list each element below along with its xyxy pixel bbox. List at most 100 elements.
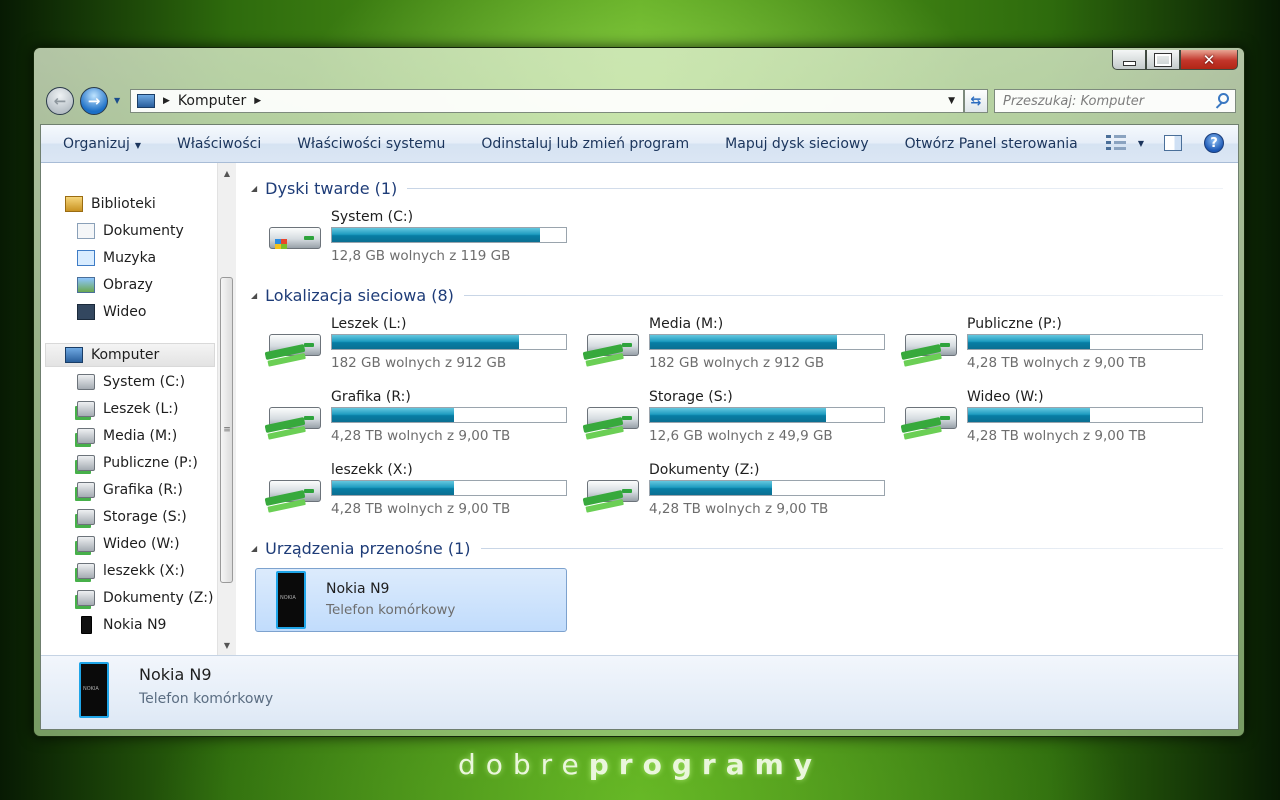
network-drive-icon xyxy=(77,401,95,417)
search-icon[interactable] xyxy=(1218,93,1229,104)
watermark-logo: dobreprogramy xyxy=(457,748,823,781)
network-drive-icon xyxy=(582,472,643,516)
forward-arrow-icon: → xyxy=(87,92,101,110)
help-button[interactable]: ? xyxy=(1204,133,1224,153)
scroll-up-icon[interactable]: ▲ xyxy=(218,165,236,181)
nav-item-wideo[interactable]: Wideo xyxy=(77,301,147,323)
capacity-bar xyxy=(331,334,567,350)
search-placeholder: Przeszukaj: Komputer xyxy=(1003,93,1145,109)
network-drive-icon xyxy=(77,509,95,525)
scrollbar-thumb[interactable]: ≡ xyxy=(220,277,233,583)
nav-item-drive[interactable]: Storage (S:) xyxy=(77,506,187,528)
drive-tile[interactable]: System (C:) 12,8 GB wolnych z 119 GB xyxy=(261,205,571,267)
network-drive-tile[interactable]: Wideo (W:) 4,28 TB wolnych z 9,00 TB xyxy=(897,385,1207,447)
details-pane: Nokia N9 Telefon komórkowy xyxy=(41,655,1238,729)
recent-pages-dropdown[interactable]: ▼ xyxy=(114,96,120,105)
nav-item-drive[interactable]: Wideo (W:) xyxy=(77,533,180,555)
back-arrow-icon: ← xyxy=(53,92,67,110)
change-view-icon[interactable] xyxy=(1105,134,1126,152)
capacity-bar-fill xyxy=(332,408,454,422)
nav-scrollbar[interactable]: ▲ ≡ ▼ xyxy=(217,163,236,655)
address-dropdown-icon[interactable]: ▼ xyxy=(948,96,955,106)
network-drive-tile[interactable]: Storage (S:) 12,6 GB wolnych z 49,9 GB xyxy=(579,385,889,447)
phone-icon xyxy=(276,571,306,629)
pictures-icon xyxy=(77,277,95,293)
network-drive-tile[interactable]: Media (M:) 182 GB wolnych z 912 GB xyxy=(579,312,889,374)
nav-item-muzyka[interactable]: Muzyka xyxy=(77,247,156,269)
breadcrumb-chevron-icon[interactable]: ▶ xyxy=(254,96,261,106)
network-drive-tile[interactable]: Grafika (R:) 4,28 TB wolnych z 9,00 TB xyxy=(261,385,571,447)
network-drive-icon xyxy=(900,399,961,443)
network-drive-icon xyxy=(77,536,95,552)
forward-button[interactable]: → xyxy=(80,87,108,115)
capacity-bar xyxy=(649,407,885,423)
nav-item-libraries[interactable]: Biblioteki xyxy=(65,193,156,215)
network-drive-tile[interactable]: Dokumenty (Z:) 4,28 TB wolnych z 9,00 TB xyxy=(579,458,889,520)
nav-item-drive[interactable]: Dokumenty (Z:) xyxy=(77,587,213,609)
network-drive-tile[interactable]: leszekk (X:) 4,28 TB wolnych z 9,00 TB xyxy=(261,458,571,520)
computer-icon xyxy=(65,347,83,363)
network-drive-icon xyxy=(582,326,643,370)
navigation-pane: Biblioteki Dokumenty Muzyka Obrazy Wideo… xyxy=(41,163,237,655)
capacity-bar-fill xyxy=(650,481,772,495)
capacity-bar xyxy=(331,480,567,496)
network-drive-icon xyxy=(77,482,95,498)
system-properties-button[interactable]: Właściwości systemu xyxy=(279,136,463,152)
collapse-triangle-icon[interactable]: ◢ xyxy=(251,291,257,300)
minimize-icon xyxy=(1122,60,1136,66)
group-divider xyxy=(480,547,1223,549)
minimize-button[interactable] xyxy=(1112,50,1146,70)
nav-item-obrazy[interactable]: Obrazy xyxy=(77,274,153,296)
scroll-down-icon[interactable]: ▼ xyxy=(218,637,236,653)
search-input[interactable]: Przeszukaj: Komputer xyxy=(994,89,1236,113)
capacity-bar-fill xyxy=(968,335,1090,349)
view-dropdown-icon[interactable]: ▼ xyxy=(1138,139,1144,148)
network-drive-icon xyxy=(900,326,961,370)
network-drive-tile[interactable]: Leszek (L:) 182 GB wolnych z 912 GB xyxy=(261,312,571,374)
maximize-button[interactable] xyxy=(1146,50,1180,70)
phone-icon xyxy=(81,616,92,634)
command-bar: Organizuj ▼ Właściwości Właściwości syste… xyxy=(41,125,1238,163)
address-bar[interactable]: ▶ Komputer ▶ ▼ xyxy=(130,89,964,113)
capacity-bar-fill xyxy=(332,228,541,242)
nav-item-drive[interactable]: Leszek (L:) xyxy=(77,398,178,420)
nav-item-drive[interactable]: Media (M:) xyxy=(77,425,177,447)
nav-item-drive[interactable]: System (C:) xyxy=(77,371,185,393)
network-drive-icon xyxy=(77,590,95,606)
computer-icon xyxy=(137,94,155,108)
group-header-removable[interactable]: ◢ Urządzenia przenośne (1) xyxy=(251,536,1223,560)
map-drive-button[interactable]: Mapuj dysk sieciowy xyxy=(707,136,886,152)
network-drive-icon xyxy=(582,399,643,443)
nav-item-komputer[interactable]: Komputer xyxy=(65,344,159,366)
network-drive-tile[interactable]: Publiczne (P:) 4,28 TB wolnych z 9,00 TB xyxy=(897,312,1207,374)
network-drive-icon xyxy=(77,428,95,444)
network-drive-icon xyxy=(77,563,95,579)
nav-item-drive[interactable]: leszekk (X:) xyxy=(77,560,185,582)
collapse-triangle-icon[interactable]: ◢ xyxy=(251,544,257,553)
control-panel-button[interactable]: Otwórz Panel sterowania xyxy=(887,136,1096,152)
preview-pane-icon[interactable] xyxy=(1164,135,1182,151)
back-button[interactable]: ← xyxy=(46,87,74,115)
network-drive-icon xyxy=(77,455,95,471)
capacity-bar xyxy=(331,407,567,423)
documents-icon xyxy=(77,223,95,239)
capacity-bar xyxy=(967,407,1203,423)
breadcrumb-chevron-icon[interactable]: ▶ xyxy=(163,96,170,106)
close-button[interactable]: ✕ xyxy=(1180,50,1238,70)
capacity-bar-fill xyxy=(650,408,826,422)
capacity-bar xyxy=(649,334,885,350)
group-header-hard-drives[interactable]: ◢ Dyski twarde (1) xyxy=(251,176,1223,200)
device-tile-nokia-n9[interactable]: Nokia N9 Telefon komórkowy xyxy=(255,568,567,632)
organize-button[interactable]: Organizuj ▼ xyxy=(41,136,159,152)
maximize-icon xyxy=(1154,52,1172,67)
breadcrumb-komputer[interactable]: Komputer xyxy=(178,93,246,109)
nav-item-dokumenty[interactable]: Dokumenty xyxy=(77,220,184,242)
nav-item-drive[interactable]: Publiczne (P:) xyxy=(77,452,198,474)
collapse-triangle-icon[interactable]: ◢ xyxy=(251,184,257,193)
uninstall-button[interactable]: Odinstaluj lub zmień program xyxy=(463,136,707,152)
group-header-network[interactable]: ◢ Lokalizacja sieciowa (8) xyxy=(251,283,1223,307)
properties-button[interactable]: Właściwości xyxy=(159,136,279,152)
nav-item-device[interactable]: Nokia N9 xyxy=(77,614,166,636)
refresh-button[interactable]: ⇆ xyxy=(964,89,988,113)
nav-item-drive[interactable]: Grafika (R:) xyxy=(77,479,183,501)
